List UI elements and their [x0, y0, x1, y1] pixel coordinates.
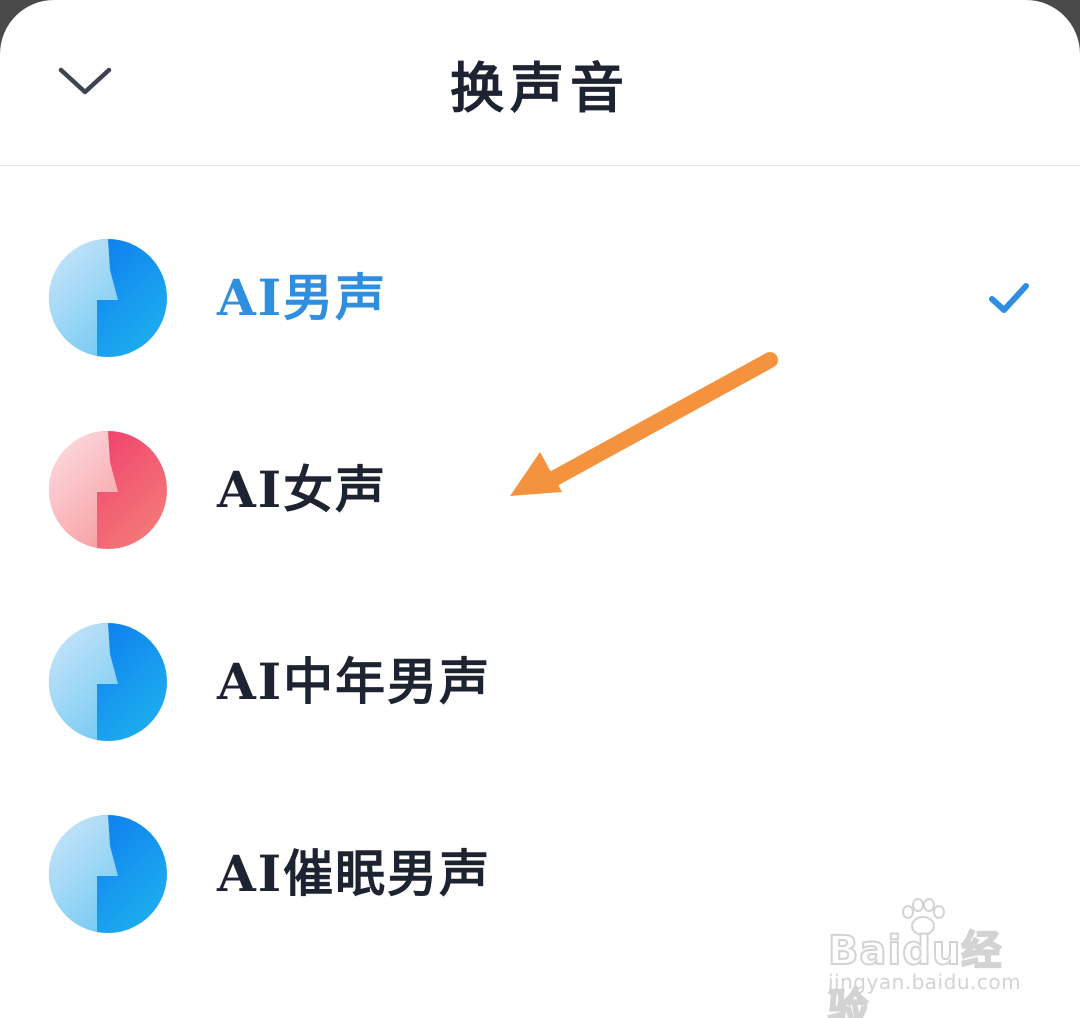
watermark-logo: Baidu经验: [827, 927, 1003, 1018]
voice-avatar-icon: [48, 622, 167, 741]
voice-label: AI女声: [217, 460, 388, 519]
sheet-header: 换声音: [0, 0, 1080, 166]
voice-avatar-icon: [48, 430, 167, 549]
annotation-arrow-icon: [510, 352, 778, 496]
voice-option-ai-middle-aged-male[interactable]: AI中年男声: [0, 608, 1080, 758]
voice-change-sheet: 换声音 AI男声 AI女声 AI中年男声 AI催眠男声 Baidu经验 jing…: [0, 0, 1080, 1018]
voice-label: AI催眠男声: [217, 844, 492, 903]
checkmark-icon: [989, 283, 1029, 313]
page-title: 换声音: [450, 56, 630, 120]
watermark-url: jingyan.baidu.com: [828, 970, 1022, 994]
voice-avatar-icon: [48, 238, 167, 357]
voice-label: AI男声: [217, 268, 388, 327]
voice-avatar-icon: [48, 814, 167, 933]
voice-label: AI中年男声: [217, 652, 492, 711]
baidu-jingyan-watermark: Baidu经验 jingyan.baidu.com: [827, 898, 1028, 1018]
